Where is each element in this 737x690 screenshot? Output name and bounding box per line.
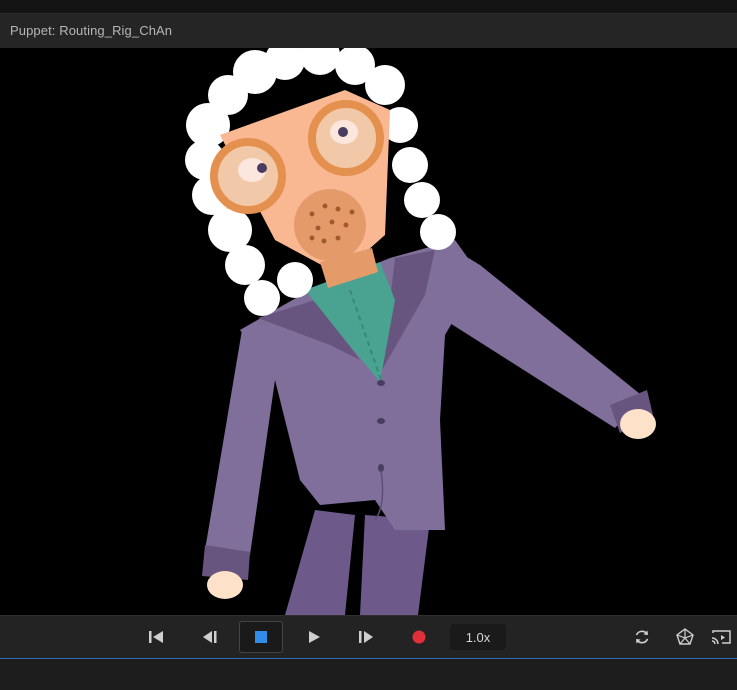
step-back-button[interactable] [193, 622, 227, 652]
puppet-stage[interactable] [0, 48, 737, 615]
record-icon [412, 630, 426, 644]
bottom-bar [0, 659, 737, 690]
step-back-icon [203, 631, 217, 643]
top-strip [0, 0, 737, 14]
refresh-button[interactable] [625, 622, 659, 652]
panel-header: Puppet: Routing_Rig_ChAn [0, 14, 737, 48]
step-forward-icon [359, 631, 373, 643]
play-button[interactable] [297, 622, 331, 652]
go-to-start-button[interactable] [139, 622, 173, 652]
stop-icon [255, 631, 267, 643]
cast-button[interactable] [710, 622, 737, 652]
stop-button[interactable] [239, 621, 283, 653]
play-icon [309, 631, 320, 643]
panel-title: Puppet: Routing_Rig_ChAn [10, 23, 173, 38]
cast-icon [711, 630, 731, 645]
skip-to-start-icon [149, 631, 163, 643]
refresh-icon [635, 630, 649, 644]
mesh-button[interactable] [668, 622, 702, 652]
step-forward-button[interactable] [349, 622, 383, 652]
record-button[interactable] [402, 622, 436, 652]
puppet-character [185, 48, 656, 615]
transport-controls: 1.0x [0, 615, 737, 658]
playback-speed[interactable]: 1.0x [450, 624, 506, 650]
mesh-icon [676, 628, 694, 645]
